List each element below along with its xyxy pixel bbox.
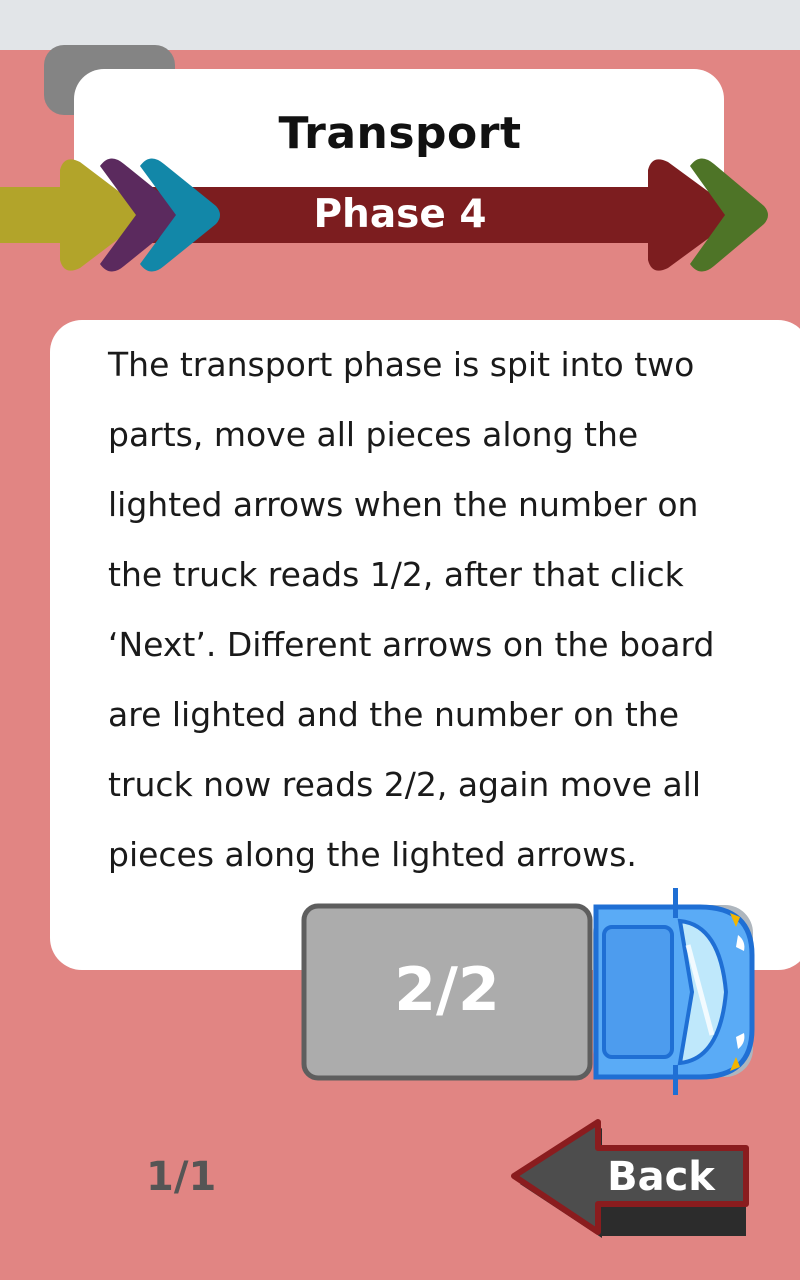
phase-label: Phase 4	[313, 192, 487, 237]
status-bar	[0, 0, 800, 50]
page-indicator: 1/1	[146, 1154, 217, 1200]
back-button[interactable]: Back	[510, 1118, 755, 1242]
back-label: Back	[607, 1154, 715, 1200]
description-text: The transport phase is spit into two par…	[108, 345, 715, 874]
truck-counter: 2/2	[394, 955, 500, 1025]
